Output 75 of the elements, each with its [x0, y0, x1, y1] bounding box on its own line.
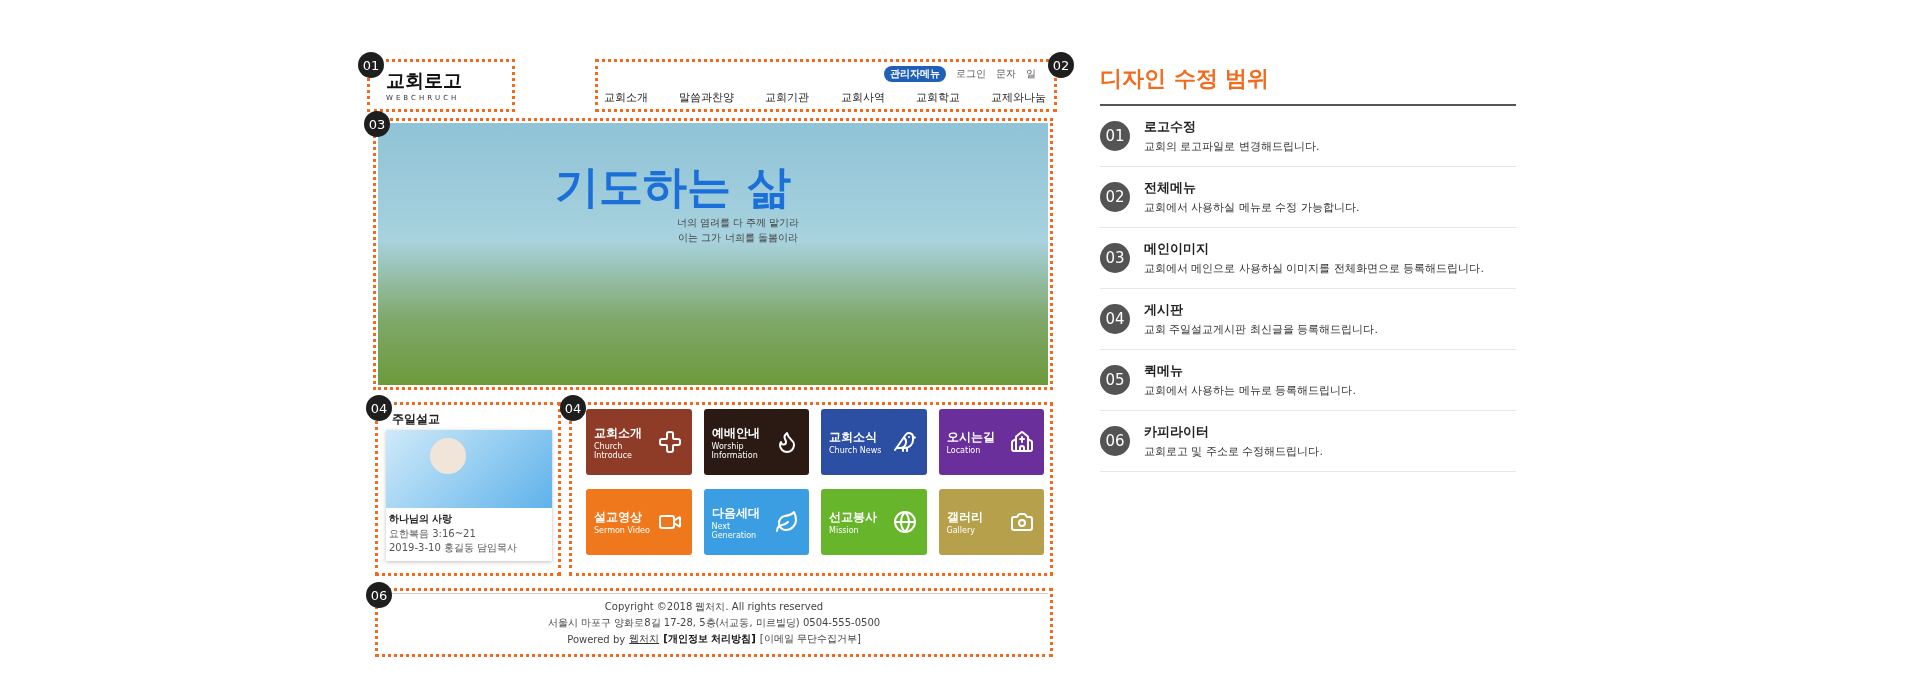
- bird-icon: [892, 430, 917, 454]
- step-number: 02: [1100, 182, 1130, 212]
- banner-verse: 이는 그가 너희를 돌봄이라: [678, 231, 798, 245]
- scope-title: 퀵메뉴: [1144, 362, 1184, 380]
- privacy-policy-link[interactable]: [개인정보 처리방침]: [663, 632, 756, 646]
- scope-description: 교회에서 메인으로 사용하실 이미지를 전체화면으로 등록해드립니다.: [1144, 261, 1484, 276]
- scope-description: 교회의 로고파일로 변경해드립니다.: [1144, 139, 1320, 154]
- tile-title: 선교봉사: [829, 509, 877, 526]
- scope-description: 교회에서 사용하는 메뉴로 등록해드립니다.: [1144, 383, 1356, 398]
- scope-title: 카피라이터: [1144, 423, 1210, 441]
- powered-by-text: Powered by: [567, 633, 626, 645]
- email-refusal-text: [이메일 무단수집거부]: [759, 632, 861, 646]
- tile-subtitle: Sermon Video: [594, 526, 650, 535]
- admin-menu-badge[interactable]: 관리자메뉴: [884, 66, 946, 82]
- annotation-marker: 06: [366, 582, 392, 608]
- sermon-verse: 요한복음 3:16~21: [388, 527, 477, 541]
- annotation-marker: 01: [358, 52, 384, 78]
- nav-item[interactable]: 말씀과찬양: [679, 90, 735, 105]
- step-number: 06: [1100, 426, 1130, 456]
- tile-title: 설교영상: [594, 509, 642, 526]
- step-number: 03: [1100, 243, 1130, 273]
- scope-title: 전체메뉴: [1144, 179, 1197, 197]
- banner-verse: 너의 염려를 다 주께 맡기라: [676, 216, 800, 230]
- nav-item[interactable]: 교회사역: [840, 90, 885, 105]
- panel-title: 디자인 수정 범위: [1100, 64, 1516, 106]
- step-number: 01: [1100, 121, 1130, 151]
- logo-title: 교회로고: [386, 68, 463, 93]
- annotation-marker: 04: [366, 395, 392, 421]
- sermon-meta: 2019-3-10 홍길동 담임목사: [388, 541, 519, 555]
- quick-menu-tile[interactable]: 오시는길 Location: [938, 409, 1044, 475]
- scope-title: 로고수정: [1144, 118, 1197, 136]
- annotation-marker: 04: [560, 395, 586, 421]
- annotation-marker: 02: [1048, 52, 1074, 78]
- tile-title: 다음세대: [711, 504, 760, 522]
- tile-title: 교회소식: [829, 429, 877, 446]
- top-link[interactable]: 로그인: [956, 67, 986, 81]
- nav-item[interactable]: 교회학교: [915, 90, 960, 105]
- tile-subtitle: Mission: [829, 526, 859, 535]
- church-icon: [1010, 430, 1034, 454]
- scope-title: 게시판: [1144, 301, 1184, 319]
- nav-item[interactable]: 교제와나눔: [990, 90, 1046, 105]
- scope-description: 교회로고 및 주소로 수정해드립니다.: [1144, 444, 1323, 459]
- tile-title: 예배안내: [711, 424, 760, 442]
- top-link[interactable]: 문자: [996, 67, 1016, 81]
- quick-menu-tile[interactable]: 예배안내 Worship Information: [703, 409, 809, 475]
- nav-item[interactable]: 교회기관: [765, 90, 810, 105]
- tile-subtitle: Church Introduce: [594, 441, 634, 460]
- scope-description: 교회에서 사용하실 메뉴로 수정 가능합니다.: [1144, 200, 1360, 215]
- tile-subtitle: Location: [946, 446, 981, 455]
- tile-subtitle: Next Generation: [711, 521, 758, 540]
- tile-subtitle: Worship Information: [711, 441, 759, 460]
- sermon-heading: 주일설교: [391, 411, 441, 428]
- top-link[interactable]: 일: [1026, 67, 1036, 81]
- leaf-icon: [775, 510, 799, 534]
- tile-subtitle: Gallery: [946, 526, 975, 535]
- tile-subtitle: Church News: [829, 446, 882, 455]
- quick-menu-tile[interactable]: 교회소식 Church News: [821, 409, 927, 475]
- nav-item[interactable]: 교회소개: [604, 90, 648, 105]
- sermon-title: 하나님의 사랑: [388, 512, 454, 526]
- banner-title: 기도하는 삶: [554, 160, 792, 214]
- camera-icon: [1010, 510, 1034, 534]
- tile-title: 갤러리: [946, 509, 983, 526]
- globe-icon: [892, 510, 917, 534]
- scope-description: 교회 주일설교게시판 최신글을 등록해드립니다.: [1144, 322, 1378, 337]
- quick-menu-tile[interactable]: 교회소개 Church Introduce: [586, 409, 692, 475]
- step-number: 05: [1100, 365, 1130, 395]
- annotation-marker: 03: [364, 111, 390, 137]
- tile-title: 교회소개: [594, 424, 642, 442]
- address-text: 서울시 마포구 양화로8길 17-28, 5층(서교동, 미르빌딩) 0504-555-0500: [547, 616, 881, 630]
- tile-title: 오시는길: [946, 429, 995, 446]
- copyright-text: Copyright ©2018 웹처치. All rights reserved: [604, 600, 824, 614]
- scope-title: 메인이미지: [1144, 240, 1210, 258]
- sermon-card[interactable]: 하나님의 사랑 요한복음 3:16~21 2019-3-10 홍길동 담임목사: [386, 430, 552, 561]
- step-number: 04: [1100, 304, 1130, 334]
- powered-by-link[interactable]: 웹처치: [629, 632, 660, 646]
